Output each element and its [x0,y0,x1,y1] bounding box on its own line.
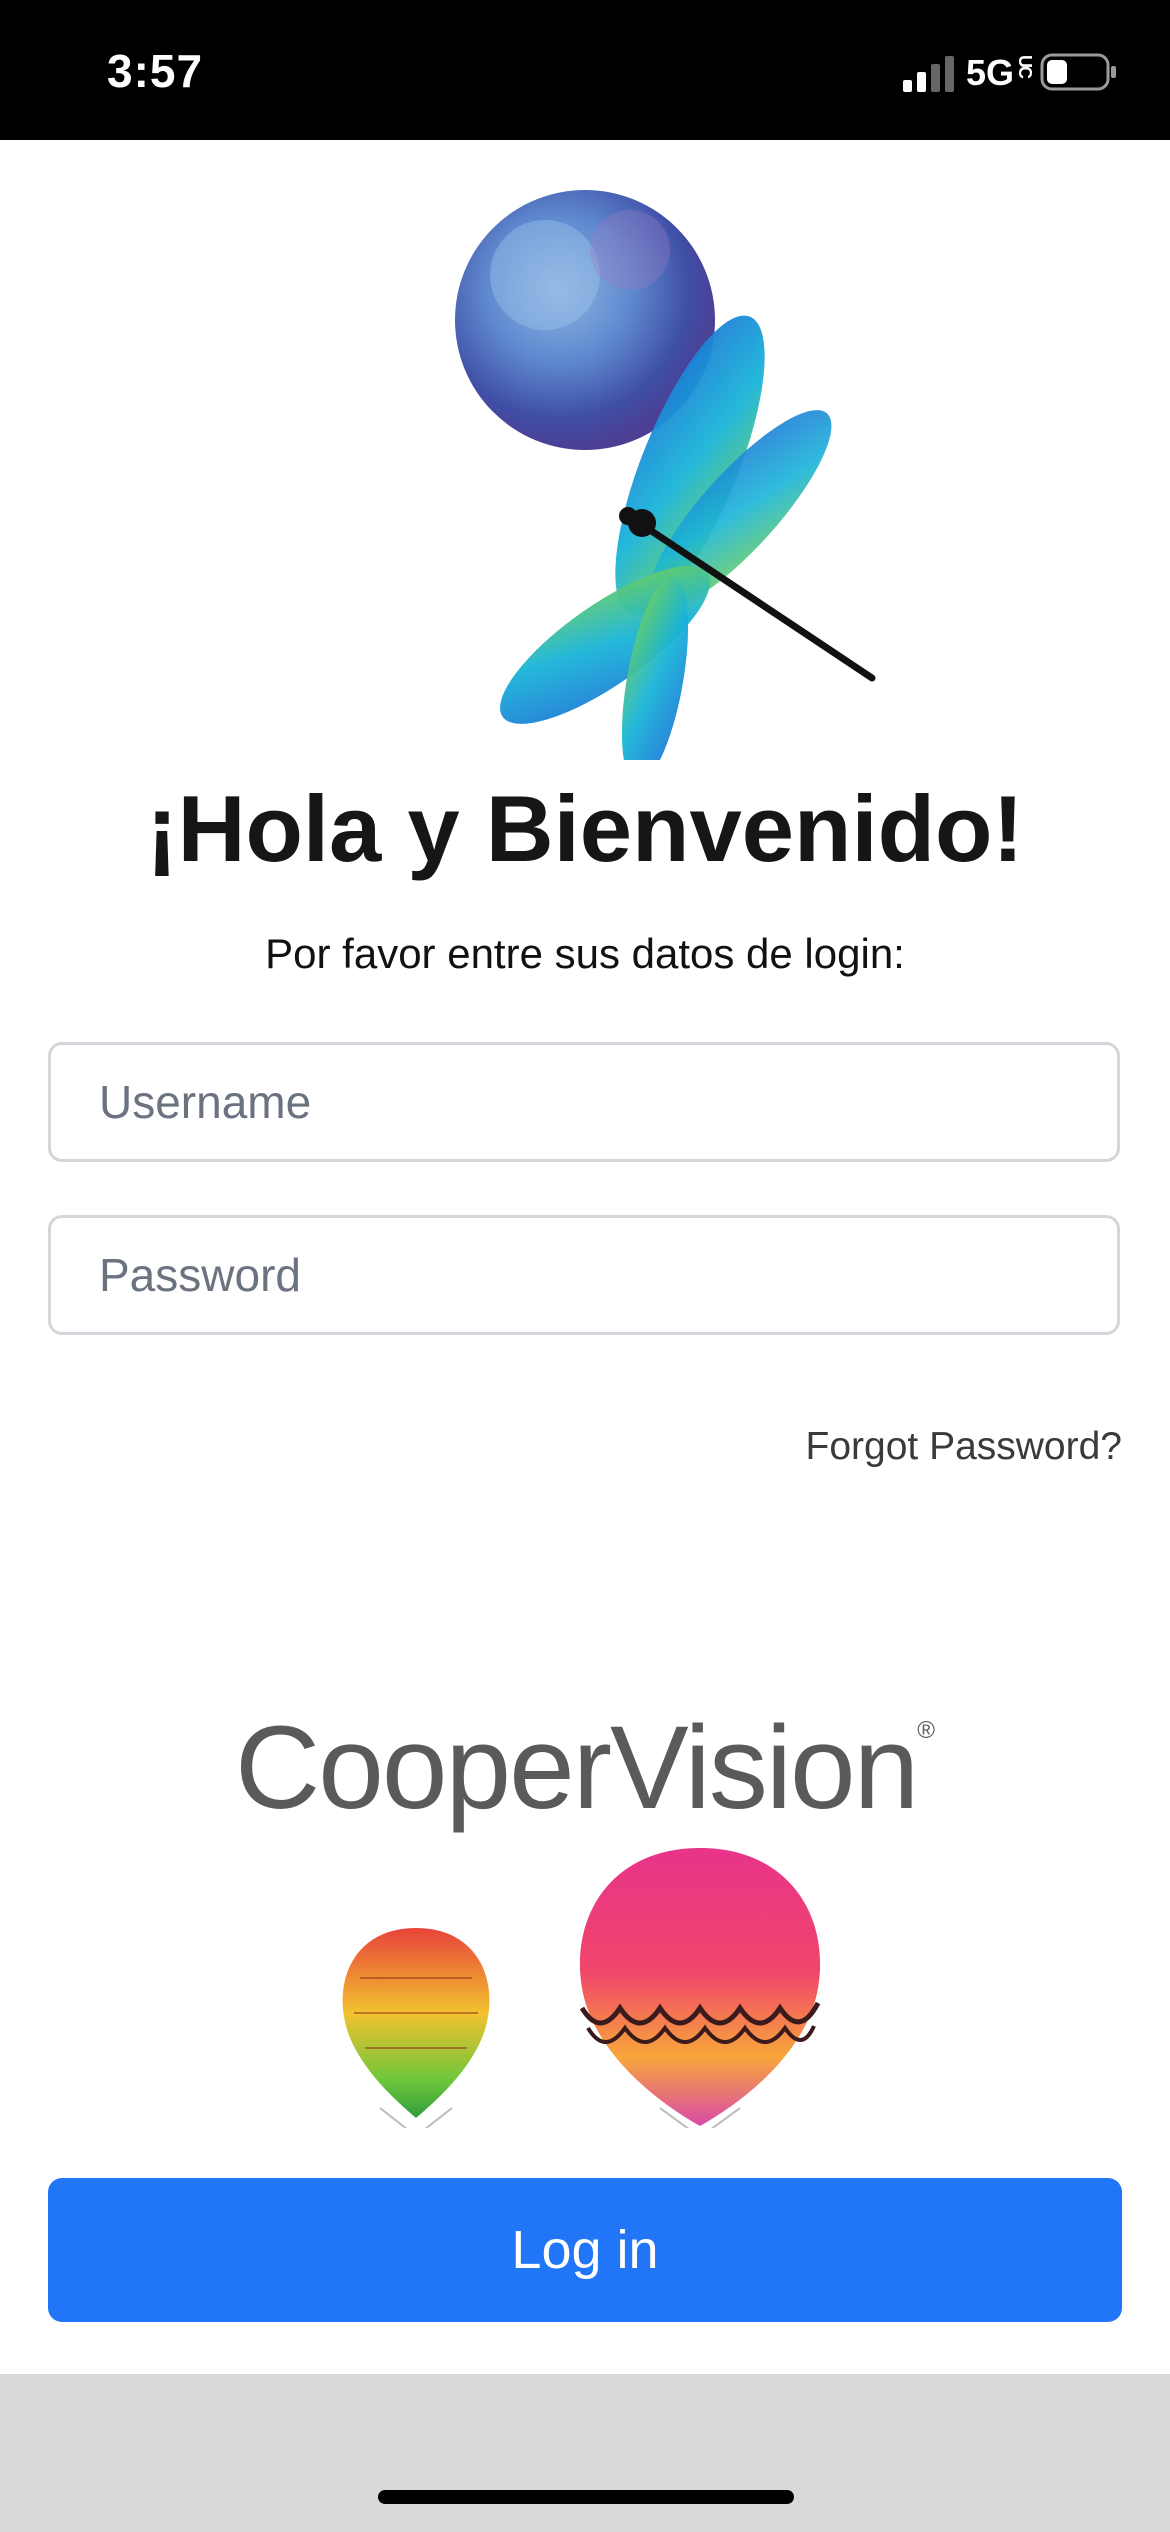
dragonfly-globe-illustration [455,190,876,760]
username-input[interactable] [48,1042,1120,1162]
hot-air-balloons-illustration [342,1848,821,2128]
bottom-safe-area [0,2374,1170,2532]
registered-mark: ® [917,1717,935,1744]
login-button[interactable]: Log in [48,2178,1122,2322]
password-input[interactable] [48,1215,1120,1335]
brand-name: CooperVision [235,1702,919,1834]
home-indicator[interactable] [378,2490,794,2504]
status-bar: 3:57 5GUC [0,0,1170,140]
cellular-signal-icon [903,56,954,92]
network-type: 5G [966,52,1015,93]
network-type-label: 5GUC [966,52,1035,94]
status-time: 3:57 [107,45,204,97]
forgot-password-link[interactable]: Forgot Password? [806,1425,1122,1469]
login-instructions: Por favor entre sus datos de login: [265,930,905,977]
coopervision-logo: CooperVision® [0,1700,1170,1836]
battery-icon [1040,53,1116,91]
network-suffix: UC [1015,55,1036,77]
welcome-title: ¡Hola y Bienvenido! [146,776,1024,881]
